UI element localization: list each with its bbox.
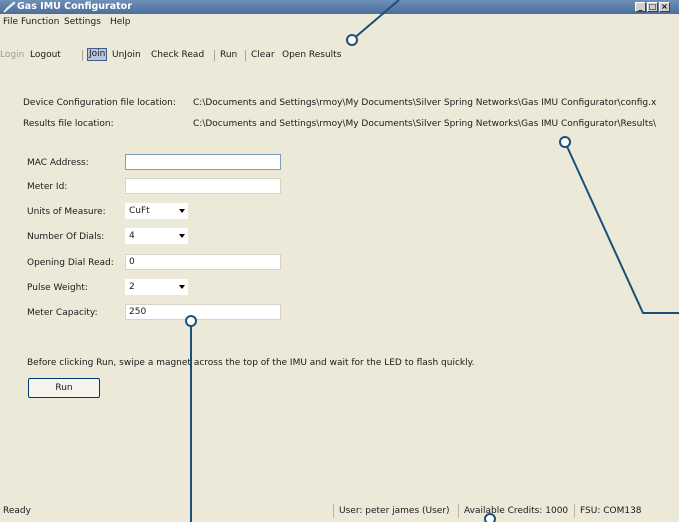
open-results-button[interactable]: Open Results [282, 49, 341, 61]
number-of-dials-select[interactable]: 4 [125, 228, 188, 244]
toolbar-separator [82, 50, 83, 61]
minimize-button[interactable]: _ [635, 2, 646, 12]
status-separator [458, 504, 459, 518]
meter-id-input[interactable] [125, 178, 281, 194]
menu-function[interactable]: Function [21, 16, 59, 28]
logout-button[interactable]: Logout [30, 49, 61, 61]
menu-file[interactable]: File [3, 16, 18, 28]
join-button[interactable]: Join [87, 48, 108, 61]
mac-address-label: MAC Address: [27, 158, 89, 168]
meter-capacity-input[interactable]: 250 [125, 304, 281, 320]
units-of-measure-label: Units of Measure: [27, 207, 106, 217]
opening-dial-read-input[interactable]: 0 [125, 254, 281, 270]
opening-dial-read-label: Opening Dial Read: [27, 258, 114, 268]
number-of-dials-label: Number Of Dials: [27, 232, 105, 242]
pulse-weight-label: Pulse Weight: [27, 283, 88, 293]
status-bar: Ready User: peter james (User) Available… [0, 500, 679, 522]
menu-settings[interactable]: Settings [64, 16, 101, 28]
maximize-button[interactable]: □ [647, 2, 658, 12]
chevron-down-icon[interactable] [179, 234, 185, 238]
results-location-path: C:\Documents and Settings\rmoy\My Docume… [193, 119, 657, 129]
chevron-down-icon[interactable] [179, 209, 185, 213]
toolbar: Login Logout Join UnJoin Check Read Run … [0, 47, 679, 63]
mac-address-input[interactable] [125, 154, 281, 170]
title-bar[interactable]: Gas IMU Configurator _ □ × [0, 0, 679, 14]
status-text: Ready [3, 506, 31, 516]
status-credits: Available Credits: 1000 [464, 506, 569, 516]
clear-button[interactable]: Clear [251, 49, 275, 61]
status-user: User: peter james (User) [339, 506, 450, 516]
meter-capacity-label: Meter Capacity: [27, 308, 98, 318]
results-location-label: Results file location: [23, 119, 114, 129]
units-of-measure-select[interactable]: CuFt [125, 203, 188, 219]
unjoin-button[interactable]: UnJoin [112, 49, 141, 61]
login-button[interactable]: Login [0, 49, 24, 61]
app-window: Gas IMU Configurator _ □ × File Function… [0, 0, 679, 522]
status-fsu: FSU: COM138 [580, 506, 642, 516]
run-toolbar-button[interactable]: Run [220, 49, 237, 61]
menu-bar: File Function Settings Help [0, 14, 679, 29]
window-title: Gas IMU Configurator [17, 1, 132, 12]
pulse-weight-select[interactable]: 2 [125, 279, 188, 295]
meter-id-label: Meter Id: [27, 182, 68, 192]
run-button[interactable]: Run [28, 378, 100, 398]
check-read-button[interactable]: Check Read [151, 49, 204, 61]
device-config-label: Device Configuration file location: [23, 98, 176, 108]
status-separator [333, 504, 334, 518]
app-icon [3, 1, 16, 13]
number-of-dials-value: 4 [129, 231, 135, 241]
close-button[interactable]: × [659, 2, 670, 12]
run-instructions: Before clicking Run, swipe a magnet acro… [27, 358, 475, 368]
toolbar-separator [245, 50, 246, 61]
chevron-down-icon[interactable] [179, 285, 185, 289]
menu-help[interactable]: Help [110, 16, 131, 28]
status-separator [574, 504, 575, 518]
device-config-path: C:\Documents and Settings\rmoy\My Docume… [193, 98, 657, 108]
pulse-weight-value: 2 [129, 282, 135, 292]
toolbar-separator [214, 50, 215, 61]
units-of-measure-value: CuFt [129, 206, 150, 216]
